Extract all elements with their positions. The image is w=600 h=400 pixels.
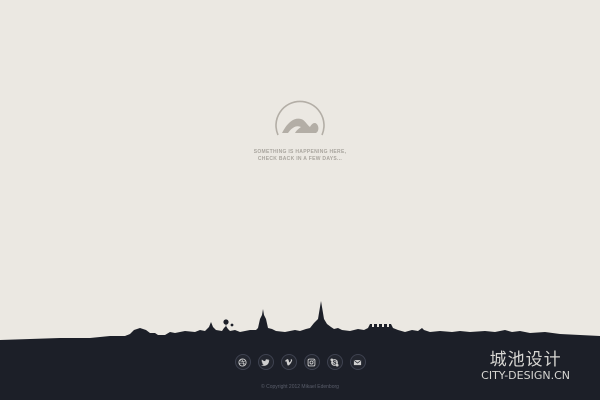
skype-button[interactable]	[326, 354, 343, 370]
twitter-button[interactable]	[257, 354, 274, 370]
mail-button[interactable]	[349, 354, 366, 370]
twitter-icon	[261, 358, 270, 366]
instagram-icon	[307, 358, 316, 366]
instagram-button[interactable]	[303, 354, 320, 370]
vimeo-icon	[284, 358, 293, 366]
skype-icon	[330, 357, 339, 367]
site-watermark: 城池设计 CITY-DESIGN.CN	[481, 350, 570, 382]
copyright-text: © Copyright 2012 Mikael Edenborg	[261, 384, 339, 390]
city-skyline	[0, 301, 600, 345]
watermark-chinese: 城池设计	[489, 350, 562, 370]
message-line-2: CHECK BACK IN A FEW DAYS...	[257, 156, 343, 162]
vimeo-button[interactable]	[280, 354, 297, 370]
coming-soon-message: SOMETHING IS HAPPENING HERE, CHECK BACK …	[200, 149, 400, 163]
mountain-logo-icon	[275, 100, 325, 136]
watermark-english: CITY-DESIGN.CN	[481, 369, 570, 382]
dribbble-button[interactable]	[234, 354, 251, 370]
dribbble-icon	[238, 357, 247, 367]
mail-icon	[353, 359, 362, 365]
coming-soon-page: SOMETHING IS HAPPENING HERE, CHECK BACK …	[0, 0, 600, 400]
message-line-1: SOMETHING IS HAPPENING HERE,	[253, 149, 347, 155]
